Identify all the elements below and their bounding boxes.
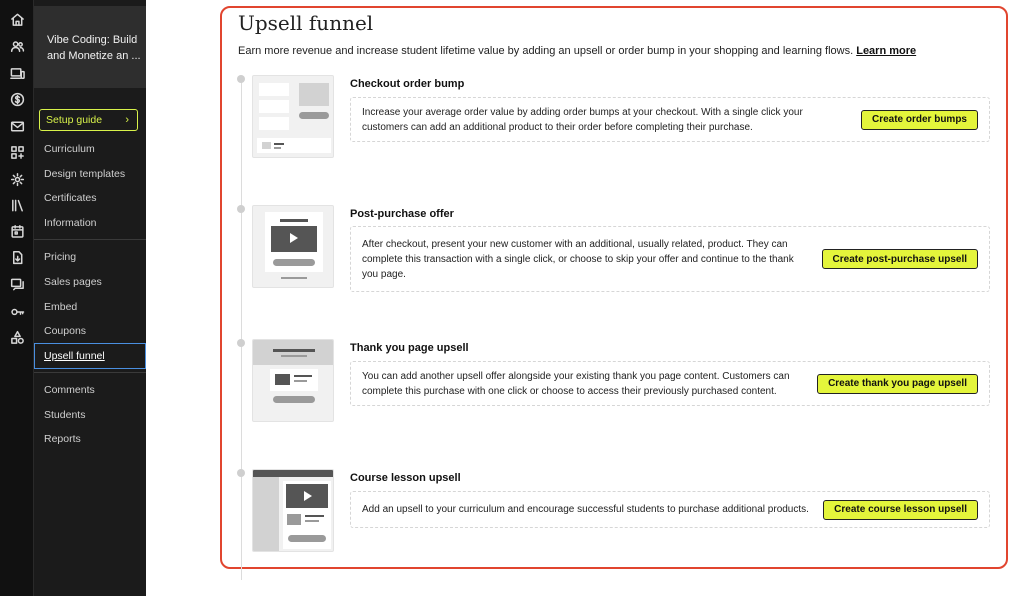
sidebar-item-reports[interactable]: Reports (44, 433, 81, 445)
main-content: Upsell funnel Earn more revenue and incr… (146, 0, 1024, 596)
course-lesson-illustration (252, 469, 334, 552)
checkout-order-bump-illustration (252, 75, 334, 158)
timeline-dot (237, 469, 245, 477)
step-card: You can add another upsell offer alongsi… (350, 361, 990, 406)
create-post-purchase-upsell-button[interactable]: Create post-purchase upsell (821, 249, 978, 269)
post-purchase-illustration (252, 205, 334, 288)
step-card: After checkout, present your new custome… (350, 226, 990, 292)
shapes-icon[interactable] (7, 327, 27, 347)
sidebar-item-upsell-funnel[interactable]: Upsell funnel (44, 350, 105, 362)
page-title: Upsell funnel (238, 11, 374, 35)
create-thank-you-page-upsell-button[interactable]: Create thank you page upsell (817, 373, 978, 394)
course-title: Vibe Coding: Build and Monetize an ... (47, 34, 141, 62)
sidebar-item-certificates[interactable]: Certificates (44, 192, 97, 204)
sidebar-item-sales-pages[interactable]: Sales pages (44, 276, 102, 288)
key-icon[interactable] (7, 301, 27, 321)
sidebar-item-students[interactable]: Students (44, 409, 85, 421)
download-icon[interactable] (7, 247, 27, 267)
sidebar-item-coupons[interactable]: Coupons (44, 325, 86, 337)
sidebar-item-information[interactable]: Information (44, 217, 97, 229)
create-order-bumps-button[interactable]: Create order bumps (860, 109, 978, 130)
library-icon[interactable] (7, 195, 27, 215)
timeline-dot (237, 75, 245, 83)
step-card: Add an upsell to your curriculum and enc… (350, 491, 990, 528)
icon-rail (0, 0, 34, 596)
timeline-line (241, 80, 242, 580)
apps-icon[interactable] (7, 142, 27, 162)
step-title: Checkout order bump (350, 78, 465, 90)
calendar-icon[interactable] (7, 221, 27, 241)
mail-icon[interactable] (7, 116, 27, 136)
nav-divider (34, 239, 146, 240)
timeline-dot (237, 205, 245, 213)
learn-more-link[interactable]: Learn more (856, 45, 916, 57)
step-description: You can add another upsell offer alongsi… (362, 370, 790, 397)
course-sidebar: Vibe Coding: Build and Monetize an ... S… (34, 0, 146, 596)
home-icon[interactable] (7, 9, 27, 29)
step-description: Add an upsell to your curriculum and enc… (362, 504, 809, 515)
setup-guide-label: Setup guide (46, 114, 103, 126)
step-title: Post-purchase offer (350, 208, 454, 220)
create-course-lesson-upsell-button[interactable]: Create course lesson upsell (823, 499, 978, 520)
devices-icon[interactable] (7, 63, 27, 83)
step-card: Increase your average order value by add… (350, 97, 990, 142)
page-subtitle: Earn more revenue and increase student l… (238, 45, 916, 57)
chat-icon[interactable] (7, 274, 27, 294)
step-title: Course lesson upsell (350, 472, 461, 484)
app: Vibe Coding: Build and Monetize an ... S… (0, 0, 1024, 596)
step-title: Thank you page upsell (350, 342, 469, 354)
setup-guide-button[interactable]: Setup guide › (39, 109, 138, 131)
step-description: Increase your average order value by add… (362, 106, 803, 133)
users-icon[interactable] (7, 36, 27, 56)
sidebar-item-pricing[interactable]: Pricing (44, 251, 76, 263)
chevron-right-icon: › (125, 113, 129, 126)
step-description: After checkout, present your new custome… (362, 238, 794, 280)
dollar-icon[interactable] (7, 89, 27, 109)
thank-you-page-illustration (252, 339, 334, 422)
course-card[interactable]: Vibe Coding: Build and Monetize an ... (34, 6, 146, 88)
settings-icon[interactable] (7, 169, 27, 189)
nav-divider (34, 372, 146, 373)
sidebar-item-curriculum[interactable]: Curriculum (44, 143, 95, 155)
subtitle-text: Earn more revenue and increase student l… (238, 45, 854, 57)
sidebar-item-comments[interactable]: Comments (44, 384, 95, 396)
sidebar-item-design-templates[interactable]: Design templates (44, 168, 125, 180)
timeline-dot (237, 339, 245, 347)
sidebar-item-embed[interactable]: Embed (44, 301, 77, 313)
